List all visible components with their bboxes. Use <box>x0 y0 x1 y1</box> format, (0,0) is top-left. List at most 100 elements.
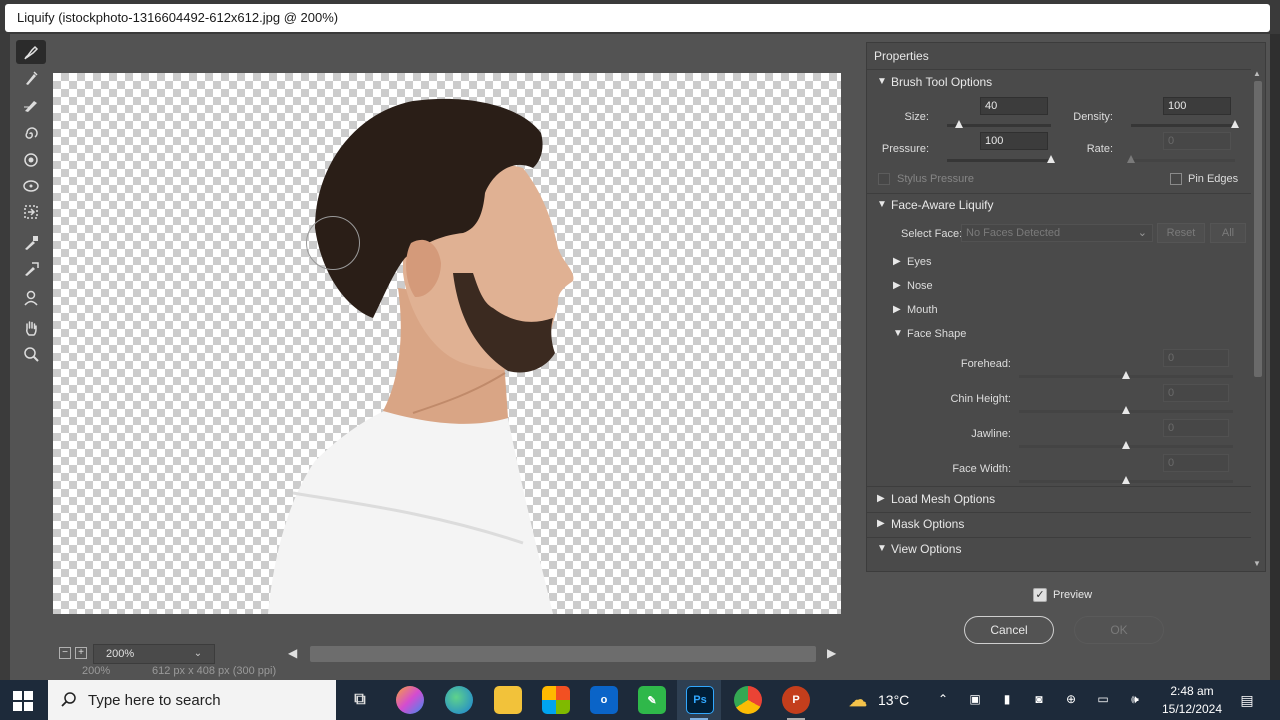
zoom-in-button[interactable]: + <box>75 647 87 659</box>
eyes-label[interactable]: Eyes <box>907 256 931 268</box>
load-mesh-options-header[interactable]: ▶ Load Mesh Options <box>867 488 1253 512</box>
forehead-field[interactable]: 0 <box>1163 349 1229 367</box>
jawline-slider[interactable] <box>1019 441 1233 449</box>
triangle-right-icon[interactable]: ▶ <box>893 304 901 315</box>
reset-button[interactable]: Reset <box>1157 223 1205 243</box>
phone-app-icon[interactable]: ✎ <box>638 686 666 714</box>
smooth-tool[interactable] <box>16 92 46 116</box>
scroll-thumb[interactable] <box>310 646 816 662</box>
density-field[interactable]: 100 <box>1163 97 1231 115</box>
copilot-icon[interactable] <box>396 686 424 714</box>
bloat-icon <box>23 180 39 192</box>
pen-icon[interactable]: ▮ <box>998 692 1016 708</box>
select-face-dropdown[interactable]: No Faces Detected ⌄ <box>961 224 1153 242</box>
file-explorer-icon[interactable] <box>494 686 522 714</box>
battery-icon[interactable]: ▭ <box>1094 692 1112 708</box>
freeze-mask-tool[interactable] <box>16 230 46 254</box>
section-label: Load Mesh Options <box>891 492 996 506</box>
scroll-left-icon[interactable]: ◀ <box>288 646 297 660</box>
notification-icon[interactable]: ▤ <box>1238 692 1256 708</box>
chin-height-slider-thumb[interactable] <box>1122 406 1130 414</box>
density-slider-thumb[interactable] <box>1231 120 1239 128</box>
weather-temperature[interactable]: 13°C <box>878 692 909 708</box>
nose-label[interactable]: Nose <box>907 280 933 292</box>
thaw-mask-tool[interactable] <box>16 256 46 280</box>
chrome-icon[interactable] <box>734 686 762 714</box>
jawline-slider-thumb[interactable] <box>1122 441 1130 449</box>
face-width-field[interactable]: 0 <box>1163 454 1229 472</box>
chin-height-field[interactable]: 0 <box>1163 384 1229 402</box>
reconstruct-tool[interactable] <box>16 66 46 90</box>
face-shape-label[interactable]: Face Shape <box>907 328 966 340</box>
chin-height-label: Chin Height: <box>950 393 1011 405</box>
scroll-up-icon[interactable]: ▲ <box>1253 69 1261 78</box>
divider <box>867 69 1251 70</box>
scroll-down-icon[interactable]: ▼ <box>1253 559 1261 568</box>
edge-icon[interactable] <box>445 686 473 714</box>
triangle-right-icon[interactable]: ▶ <box>893 280 901 291</box>
forehead-slider[interactable] <box>1019 371 1233 379</box>
brush-tool-options-header[interactable]: ▼ Brush Tool Options <box>867 71 1253 95</box>
all-button[interactable]: All <box>1210 223 1246 243</box>
background-zoom: 200% <box>82 665 111 677</box>
mouth-label[interactable]: Mouth <box>907 304 938 316</box>
stylus-pressure-checkbox[interactable] <box>878 173 890 185</box>
pressure-slider[interactable] <box>947 155 1055 163</box>
pressure-field[interactable]: 100 <box>980 132 1048 150</box>
face-width-slider[interactable] <box>1019 476 1233 484</box>
twirl-tool[interactable] <box>16 122 46 146</box>
face-width-slider-thumb[interactable] <box>1122 476 1130 484</box>
windows-start-icon[interactable] <box>12 690 34 712</box>
zoom-select[interactable]: 200% ⌄ <box>93 644 215 664</box>
taskbar-search-box[interactable]: Type here to search <box>48 680 336 720</box>
horizontal-scrollbar[interactable]: ◀ ▶ <box>286 646 846 662</box>
triangle-down-icon[interactable]: ▼ <box>893 328 903 339</box>
photo-man-profile <box>268 98 574 614</box>
weather-icon[interactable]: ☁ <box>844 686 872 714</box>
hand-tool[interactable] <box>16 316 46 340</box>
microsoft-store-icon[interactable] <box>542 686 570 714</box>
triangle-down-icon: ▼ <box>877 543 887 554</box>
meet-icon[interactable]: ▣ <box>966 692 984 708</box>
panel-scrollbar[interactable]: ▲ ▼ <box>1252 69 1264 571</box>
rate-field[interactable]: 0 <box>1163 132 1231 150</box>
rate-slider[interactable] <box>1127 155 1235 163</box>
bloat-tool[interactable] <box>16 174 46 198</box>
chevron-up-icon[interactable]: ⌃ <box>934 692 952 708</box>
outlook-icon[interactable]: o <box>590 686 618 714</box>
size-slider[interactable] <box>947 120 1051 128</box>
forward-warp-tool[interactable] <box>16 40 46 64</box>
powerpoint-icon[interactable]: P <box>782 686 810 714</box>
size-slider-thumb[interactable] <box>955 120 964 128</box>
face-aware-liquify-header[interactable]: ▼ Face-Aware Liquify <box>867 194 1253 218</box>
density-slider[interactable] <box>1131 120 1239 128</box>
liquify-canvas[interactable] <box>53 73 841 614</box>
preview-checkbox[interactable]: ✓ <box>1033 588 1047 602</box>
language-icon[interactable]: ⊕ <box>1062 692 1080 708</box>
face-tool[interactable] <box>16 286 46 310</box>
ok-button[interactable]: OK <box>1074 616 1164 644</box>
pucker-tool[interactable] <box>16 148 46 172</box>
zoom-out-button[interactable]: − <box>59 647 71 659</box>
view-options-header[interactable]: ▼ View Options <box>867 538 1253 562</box>
zoom-tool[interactable] <box>16 342 46 366</box>
pin-edges-checkbox[interactable] <box>1170 173 1182 185</box>
panel-scroll-thumb[interactable] <box>1254 81 1262 377</box>
pressure-slider-thumb[interactable] <box>1047 155 1055 163</box>
clock-date[interactable]: 15/12/2024 <box>1156 702 1228 716</box>
screen-capture-icon[interactable]: ◙ <box>1030 692 1048 708</box>
scroll-right-icon[interactable]: ▶ <box>827 646 836 660</box>
size-field[interactable]: 40 <box>980 97 1048 115</box>
clock-time[interactable]: 2:48 am <box>1164 684 1220 698</box>
triangle-right-icon[interactable]: ▶ <box>893 256 901 267</box>
jawline-field[interactable]: 0 <box>1163 419 1229 437</box>
push-left-tool[interactable] <box>16 200 46 224</box>
photoshop-icon[interactable]: Ps <box>686 686 714 714</box>
mask-options-header[interactable]: ▶ Mask Options <box>867 513 1253 537</box>
task-view-icon[interactable]: ⧉ <box>346 686 374 714</box>
forehead-slider-thumb[interactable] <box>1122 371 1130 379</box>
rate-slider-thumb[interactable] <box>1127 155 1135 163</box>
volume-icon[interactable]: 🕪 <box>1126 692 1144 708</box>
chin-height-slider[interactable] <box>1019 406 1233 414</box>
cancel-button[interactable]: Cancel <box>964 616 1054 644</box>
